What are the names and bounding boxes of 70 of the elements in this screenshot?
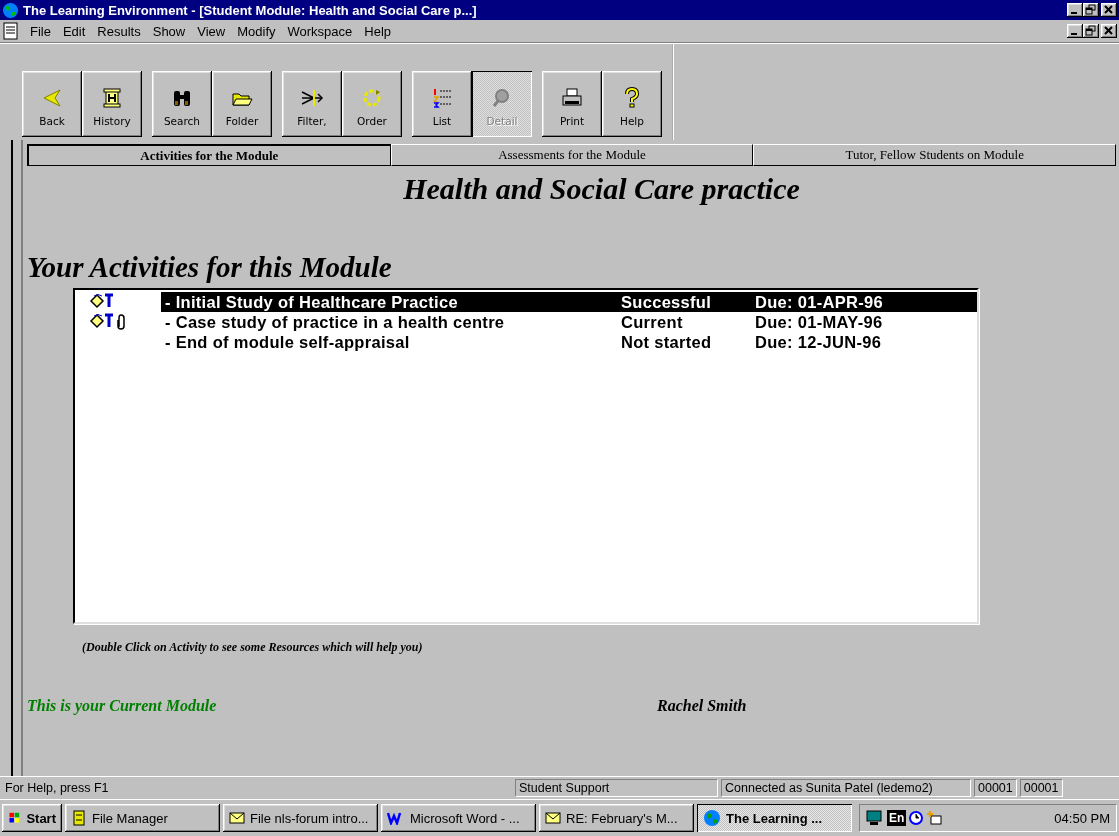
taskbar-button[interactable]: The Learning ...: [697, 804, 852, 832]
tab[interactable]: Assessments for the Module: [390, 144, 754, 166]
module-note: This is your Current Module: [27, 697, 218, 715]
menu-item[interactable]: Edit: [56, 23, 92, 39]
globe-icon: [703, 809, 721, 827]
student-name: Rachel Smith: [657, 697, 747, 715]
menu-item[interactable]: Results: [91, 23, 147, 39]
clock-icon[interactable]: [909, 811, 924, 825]
restore-icon[interactable]: [1083, 24, 1099, 38]
taskbar-button[interactable]: RE: February's M...: [539, 804, 694, 832]
start-button[interactable]: Start: [2, 804, 62, 832]
activity-row[interactable]: - End of module self-appraisal Not started Due: 12-JUN-96: [161, 332, 977, 352]
toolbar-button[interactable]: Filter,: [282, 71, 342, 137]
menu-item[interactable]: File: [24, 23, 57, 39]
activity-status: Successful: [621, 292, 713, 312]
activity-title: - Initial Study of Healthcare Practice: [165, 292, 459, 312]
toolbar-button[interactable]: Help: [602, 71, 662, 137]
minimize-icon[interactable]: [1067, 24, 1083, 38]
clock: 04:50 PM: [1054, 810, 1110, 826]
status-field: For Help, press F1: [2, 779, 512, 797]
due-date: Due: 01-MAY-96: [755, 312, 883, 332]
close-icon[interactable]: [1101, 3, 1117, 17]
toolbar-button[interactable]: Print: [542, 71, 602, 137]
status-field: 00001: [1019, 779, 1063, 797]
envelope-icon: [545, 811, 561, 825]
toolbar-button[interactable]: List: [412, 71, 472, 137]
activity-row[interactable]: - Initial Study of Healthcare Practice Successful Due: 01-APR-96: [161, 292, 977, 312]
language-indicator[interactable]: En: [887, 810, 907, 826]
monitor-icon[interactable]: [866, 810, 884, 826]
tab[interactable]: Tutor, Fellow Students on Module: [753, 144, 1116, 166]
document-icon[interactable]: [2, 22, 20, 40]
status-field: Student Support: [515, 779, 718, 797]
circular-arrows-icon: [361, 87, 383, 109]
hint-text: (Double Click on Activity to see some Resources which will help you): [82, 640, 424, 655]
menu-item[interactable]: Help: [358, 23, 398, 39]
printer-icon: [561, 87, 583, 109]
taskbar-button[interactable]: Microsoft Word - ...: [381, 804, 536, 832]
menu-item[interactable]: Show: [146, 23, 192, 39]
toolbar-button[interactable]: Order: [342, 71, 402, 137]
toolbar-button[interactable]: Folder: [212, 71, 272, 137]
section-heading: Your Activities for this Module: [27, 251, 393, 284]
scroll-icon: [101, 87, 123, 109]
status-field: Connected as Sunita Patel (ledemo2): [721, 779, 971, 797]
close-icon[interactable]: [1101, 24, 1117, 38]
taskbar-button[interactable]: File nls-forum intro...: [223, 804, 378, 832]
activity-title: - End of module self-appraisal: [165, 332, 411, 352]
activity-title: - Case study of practice in a health centre: [165, 312, 506, 332]
toolbar-button[interactable]: History: [82, 71, 142, 137]
minimize-icon[interactable]: [1067, 3, 1083, 17]
back-arrow-icon: [41, 87, 63, 109]
status-field: 00001: [974, 779, 1017, 797]
due-date: Due: 01-APR-96: [755, 292, 883, 312]
cabinet-icon: [71, 810, 87, 826]
menu-item[interactable]: Modify: [231, 23, 282, 39]
activity-status: Current: [621, 312, 684, 332]
activity-row[interactable]: - Case study of practice in a health centre Current Due: 01-MAY-96: [161, 312, 977, 332]
globe-icon: [2, 1, 19, 19]
menu-item[interactable]: Workspace: [281, 23, 359, 39]
window-title: The Learning Environment - [Student Module: Health and Social Care p...]: [23, 2, 478, 18]
tab[interactable]: Activities for the Module: [27, 144, 391, 166]
menu-item[interactable]: View: [191, 23, 232, 39]
due-date: Due: 12-JUN-96: [755, 332, 882, 352]
numbered-list-icon: [431, 87, 453, 109]
restore-icon[interactable]: [1083, 3, 1099, 17]
toolbar-button[interactable]: Search: [152, 71, 212, 137]
envelope-icon: [229, 811, 245, 825]
taskbar-button[interactable]: File Manager: [65, 804, 220, 832]
activity-status: Not started: [621, 332, 713, 352]
toolbar-button[interactable]: Back: [22, 71, 82, 137]
module-heading: Health and Social Care practice: [402, 172, 801, 206]
